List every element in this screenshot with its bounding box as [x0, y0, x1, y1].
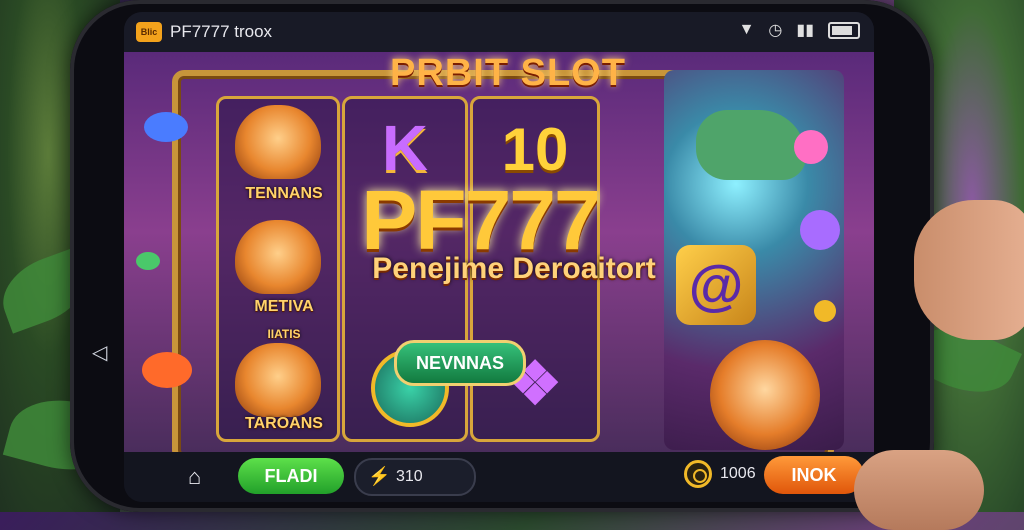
gem-icon	[800, 210, 840, 250]
bolt-icon: ⚡	[368, 466, 391, 486]
coin-balance-icon	[684, 460, 712, 488]
finger-hand	[914, 200, 1024, 340]
symbol-label: IIATIS	[267, 327, 301, 341]
bet-value: 310	[396, 468, 423, 485]
game-title: PRBIT SLOT	[390, 52, 626, 94]
gem-icon	[144, 112, 188, 142]
tiger-symbol-icon	[235, 343, 321, 417]
dragon-icon	[696, 110, 806, 180]
spin-button[interactable]: INOK	[764, 456, 864, 494]
symbol-label: TENNANS	[245, 185, 323, 202]
gem-icon	[136, 252, 160, 270]
tiger-symbol-icon	[235, 105, 321, 179]
gem-icon	[794, 130, 828, 164]
home-icon[interactable]: ⌂	[188, 464, 201, 490]
battery-icon	[828, 21, 860, 39]
back-icon[interactable]: ◁	[92, 340, 107, 365]
reel-cell: IIATIS TAROANS	[219, 327, 337, 437]
coin-icon	[814, 300, 836, 322]
phone-screen: Blic PF7777 troox ▼ ◷ ▮▮ TENNANS METIVA …	[124, 12, 874, 502]
slot-game-area[interactable]: TENNANS METIVA IIATIS TAROANS K 10 ❖ @ P…	[124, 52, 874, 462]
game-logo-subtitle: Penejime Deroaitort	[372, 252, 656, 285]
app-title: PF7777 troox	[170, 22, 273, 41]
credit-balance: 1006	[720, 465, 756, 482]
symbol-label: TAROANS	[245, 415, 323, 432]
bet-selector[interactable]: ⚡ 310	[354, 458, 476, 496]
bottom-bar: ⌂ FLADI ⚡ 310 1006 INOK	[124, 452, 874, 502]
play-button[interactable]: FLADI	[238, 458, 344, 494]
alarm-icon: ◷	[768, 22, 783, 39]
phone-device: ▢ ◁ ⌂ Blic PF7777 troox ▼ ◷ ▮▮ TENNANS	[70, 0, 934, 512]
symbol-label: METIVA	[254, 298, 314, 315]
notification-icon: ▼	[738, 21, 755, 38]
thumb-hand	[854, 450, 984, 530]
center-action-button[interactable]: NEVNNAS	[394, 340, 526, 386]
status-icons: ▼ ◷ ▮▮	[739, 20, 860, 40]
tiger-mascot-icon	[710, 340, 820, 450]
gem-icon	[142, 352, 192, 388]
reel-cell: TENNANS	[219, 99, 337, 209]
signal-icon: ▮▮	[796, 22, 814, 39]
app-badge: Blic	[136, 22, 162, 42]
status-bar: Blic PF7777 troox ▼ ◷ ▮▮	[124, 12, 874, 52]
